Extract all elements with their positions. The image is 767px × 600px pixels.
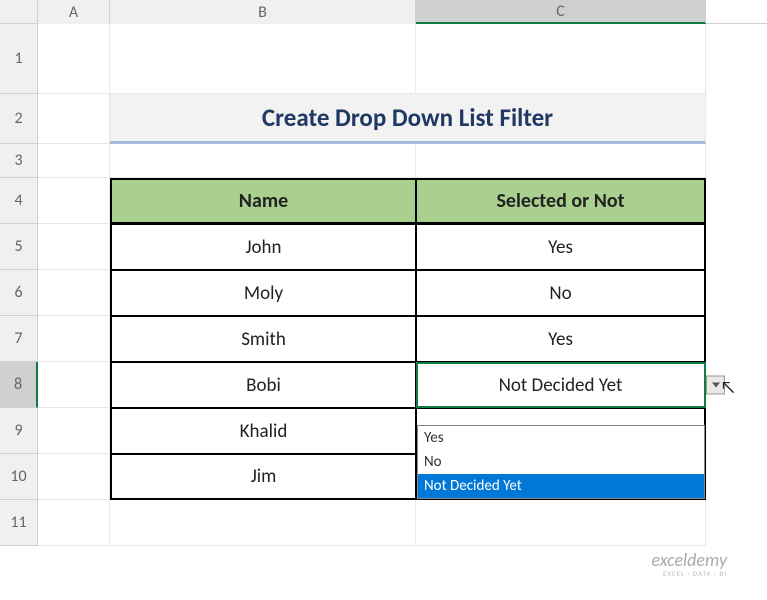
cell-B3[interactable] [110,144,416,178]
col-header-B[interactable]: B [110,0,416,24]
cell-A2[interactable] [38,94,110,144]
dropdown-button[interactable] [706,376,725,395]
row-11: 11 [0,500,767,546]
table-row[interactable]: John [110,224,416,270]
row-header-11[interactable]: 11 [0,500,38,546]
row-header-5[interactable]: 5 [0,224,38,270]
cell-B1[interactable] [110,24,416,94]
row-header-3[interactable]: 3 [0,144,38,178]
dropdown-option[interactable]: No [418,450,704,474]
row-4: 4 Name Selected or Not [0,178,767,224]
dropdown-option[interactable]: Yes [418,426,704,450]
row-7: 7 Smith Yes [0,316,767,362]
select-all-corner[interactable] [0,0,38,24]
cell-A1[interactable] [38,24,110,94]
cell-A8[interactable] [38,362,110,408]
cell-A5[interactable] [38,224,110,270]
row-5: 5 John Yes [0,224,767,270]
row-header-2[interactable]: 2 [0,94,38,144]
row-6: 6 Moly No [0,270,767,316]
row-header-8[interactable]: 8 [0,362,38,408]
row-8: 8 Bobi Not Decided Yet ↖ [0,362,767,408]
table-row[interactable]: Khalid [110,408,416,454]
dropdown-option-selected[interactable]: Not Decided Yet [418,474,704,498]
watermark-brand: exceldemy [651,551,727,571]
row-header-10[interactable]: 10 [0,454,38,500]
dropdown-list: Yes No Not Decided Yet [417,425,705,499]
row-3: 3 [0,144,767,178]
watermark-tag: EXCEL · DATA · BI [651,570,727,578]
table-row[interactable]: No [416,270,706,316]
row-1: 1 [0,24,767,94]
row-header-6[interactable]: 6 [0,270,38,316]
cell-A9[interactable] [38,408,110,454]
cell-value: Not Decided Yet [499,374,623,397]
cell-A11[interactable] [38,500,110,546]
row-header-9[interactable]: 9 [0,408,38,454]
cell-A4[interactable] [38,178,110,224]
cell-A6[interactable] [38,270,110,316]
col-header-A[interactable]: A [38,0,110,24]
page-title[interactable]: Create Drop Down List Filter [110,94,706,144]
table-row[interactable]: Yes [416,224,706,270]
table-row[interactable]: Smith [110,316,416,362]
cell-C1[interactable] [416,24,706,94]
column-headers: A B C [0,0,767,24]
active-cell[interactable]: Not Decided Yet ↖ [416,362,706,408]
watermark: exceldemy EXCEL · DATA · BI [651,551,727,578]
cell-A7[interactable] [38,316,110,362]
table-row[interactable]: Moly [110,270,416,316]
table-row[interactable]: Jim [110,454,416,500]
table-header-name[interactable]: Name [110,178,416,224]
row-header-4[interactable]: 4 [0,178,38,224]
table-header-status[interactable]: Selected or Not [416,178,706,224]
cell-A3[interactable] [38,144,110,178]
spreadsheet: A B C 1 2 Create Drop Down List Filter 3… [0,0,767,600]
row-header-7[interactable]: 7 [0,316,38,362]
row-2: 2 Create Drop Down List Filter [0,94,767,144]
table-row[interactable]: Yes [416,316,706,362]
col-header-C[interactable]: C [416,0,706,24]
cell-C11[interactable] [416,500,706,546]
table-row[interactable]: Bobi [110,362,416,408]
cell-B11[interactable] [110,500,416,546]
cell-C3[interactable] [416,144,706,178]
row-header-1[interactable]: 1 [0,24,38,94]
cell-A10[interactable] [38,454,110,500]
